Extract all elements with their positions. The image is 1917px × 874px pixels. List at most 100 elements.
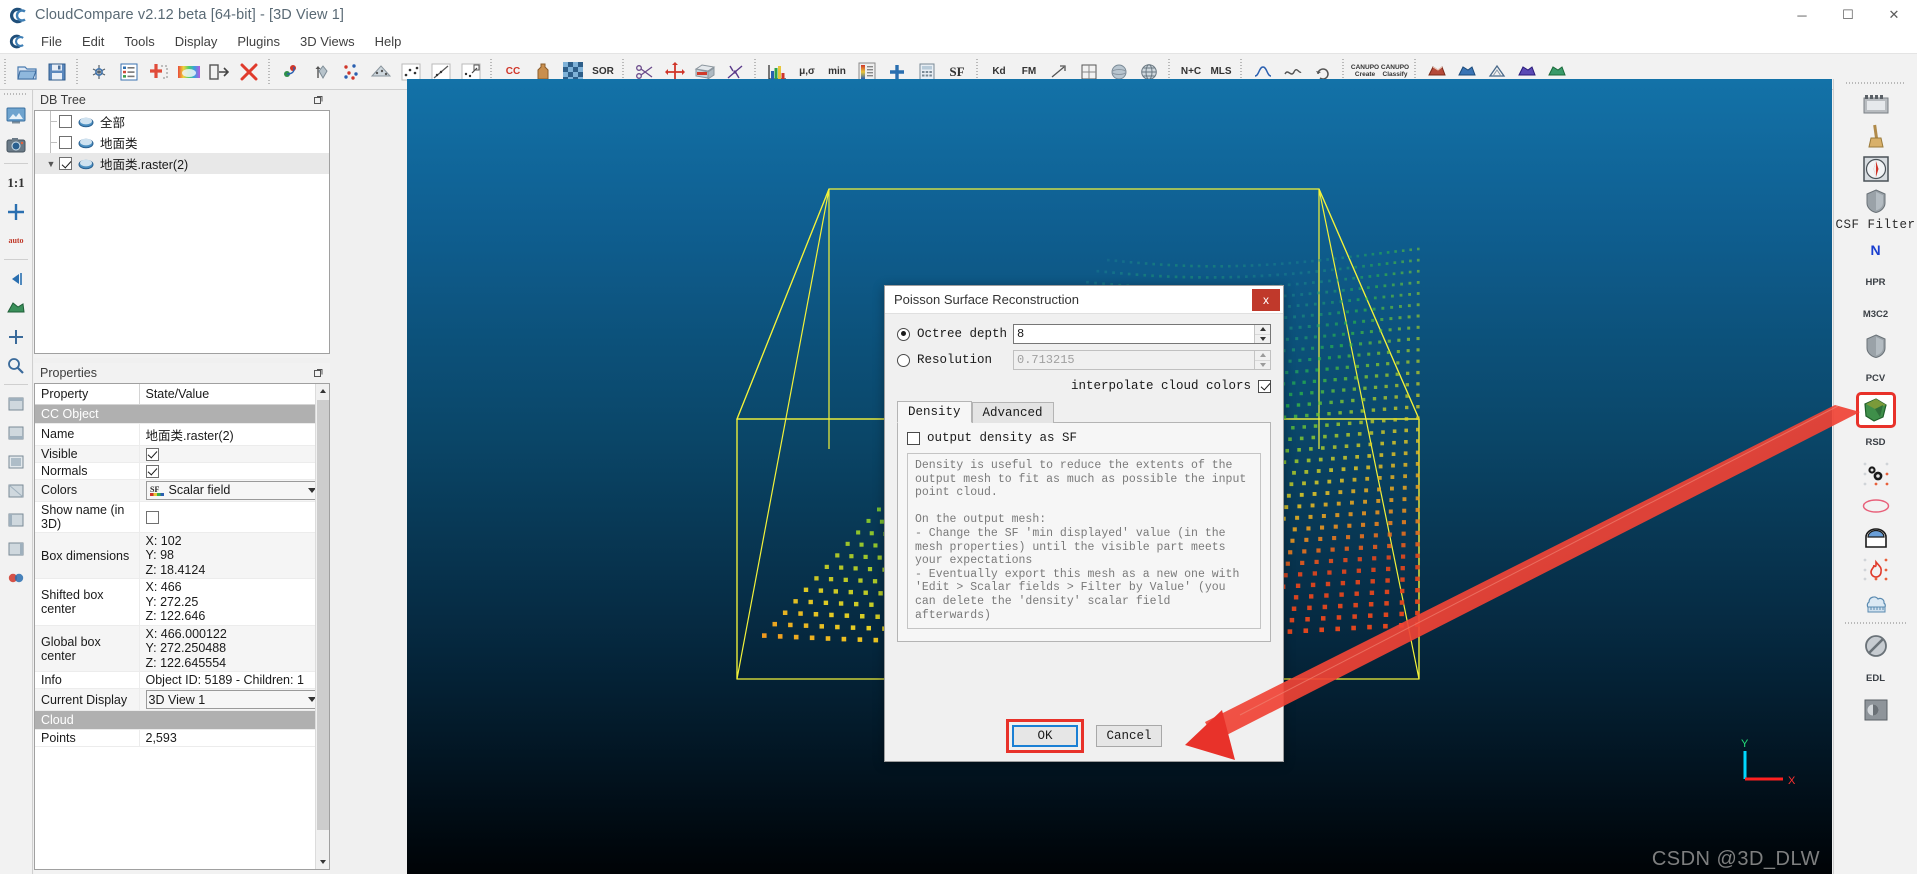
minimize-button[interactable]: ─ — [1779, 0, 1825, 30]
resolution-decrement-icon[interactable] — [1255, 360, 1270, 369]
db-tree-item[interactable]: ▼ 地面类.raster(2) — [35, 153, 329, 174]
normals-n-icon[interactable]: N — [1859, 235, 1893, 265]
db-tree-item-checkbox[interactable] — [59, 136, 72, 149]
merge-icon[interactable] — [145, 58, 173, 86]
tab-advanced[interactable]: Advanced — [971, 402, 1054, 423]
interpolate-colors-row[interactable]: interpolate cloud colors — [897, 379, 1271, 393]
top-view-icon[interactable] — [2, 448, 30, 475]
colorize-icon[interactable] — [175, 58, 203, 86]
toolbar-grip[interactable] — [267, 58, 274, 85]
tree-expander-icon[interactable]: ▼ — [43, 159, 59, 169]
shield-icon[interactable] — [1859, 331, 1893, 361]
point-list-picking-icon[interactable] — [307, 58, 335, 86]
properties-scroll-down-icon[interactable] — [316, 855, 329, 869]
octree-depth-spin-buttons[interactable] — [1254, 325, 1270, 343]
apply-transformation-icon[interactable] — [205, 58, 233, 86]
bottom-view-icon[interactable] — [2, 419, 30, 446]
pcv-icon[interactable]: PCV — [1859, 363, 1893, 393]
gears-icon[interactable] — [1859, 459, 1893, 489]
db-tree-item[interactable]: 地面类 — [35, 132, 329, 153]
cancel-button[interactable]: Cancel — [1096, 725, 1162, 747]
toolbar-grip[interactable] — [75, 58, 82, 85]
left-view-icon[interactable] — [2, 506, 30, 533]
db-tree-float-icon[interactable] — [312, 94, 324, 106]
maximize-button[interactable]: ☐ — [1825, 0, 1871, 30]
dialog-close-icon[interactable]: x — [1252, 288, 1280, 311]
broom-icon[interactable] — [1859, 122, 1893, 152]
menu-item-help[interactable]: Help — [365, 32, 412, 51]
cloud-ruler-icon[interactable] — [1859, 587, 1893, 617]
properties-value[interactable] — [139, 501, 329, 533]
resolution-spin-buttons[interactable] — [1254, 351, 1270, 369]
resolution-input[interactable] — [1014, 351, 1254, 369]
octree-depth-increment-icon[interactable] — [1255, 325, 1270, 335]
properties-float-icon[interactable] — [312, 367, 324, 379]
m3c2-icon[interactable]: M3C2 — [1859, 299, 1893, 329]
ssao-shader-icon[interactable] — [1859, 695, 1893, 725]
resolution-increment-icon[interactable] — [1255, 351, 1270, 361]
flame-icon[interactable] — [1859, 555, 1893, 585]
save-icon[interactable] — [43, 58, 71, 86]
point-size-plus-icon[interactable] — [2, 323, 30, 350]
db-tree-item-checkbox[interactable] — [59, 157, 72, 170]
properties-value[interactable] — [139, 462, 329, 480]
colors-combobox[interactable]: SF Scalar field — [145, 480, 323, 500]
properties-checkbox[interactable] — [145, 511, 159, 524]
poisson-recon-icon[interactable] — [1855, 392, 1896, 428]
menu-item-3d-views[interactable]: 3D Views — [290, 32, 365, 51]
output-density-row[interactable]: output density as SF — [907, 431, 1261, 445]
open-file-icon[interactable] — [13, 58, 41, 86]
resolution-spinbox[interactable] — [1013, 350, 1271, 370]
zoom-1-1-icon[interactable]: 1:1 — [2, 169, 30, 196]
auto-zoom-icon[interactable]: auto — [2, 227, 30, 254]
back-view-icon[interactable] — [2, 477, 30, 504]
tunnel-icon[interactable] — [1859, 523, 1893, 553]
delete-icon[interactable] — [235, 58, 263, 86]
edl-shader-icon[interactable]: EDL — [1859, 663, 1893, 693]
plugins-toolbar-grip[interactable] — [1845, 81, 1906, 87]
point-pair-align-icon[interactable] — [337, 58, 365, 86]
ellipse-icon[interactable] — [1859, 491, 1893, 521]
interpolate-colors-checkbox[interactable] — [1258, 379, 1271, 393]
clone-icon[interactable] — [85, 58, 113, 86]
octree-depth-spinbox[interactable] — [1013, 324, 1271, 344]
shaders-toolbar-grip[interactable] — [1844, 621, 1907, 627]
snapshot-icon[interactable] — [2, 131, 30, 158]
toggle-colors-icon[interactable] — [2, 294, 30, 321]
tab-density[interactable]: Density — [897, 401, 972, 423]
properties-value[interactable]: SF Scalar field — [139, 479, 329, 502]
menu-item-display[interactable]: Display — [165, 32, 228, 51]
menu-item-edit[interactable]: Edit — [72, 32, 114, 51]
pick-rotation-center-icon[interactable] — [2, 265, 30, 292]
current-display-combobox[interactable]: 3D View 1 — [145, 690, 323, 710]
global-zoom-icon[interactable] — [2, 198, 30, 225]
properties-list-icon[interactable] — [115, 58, 143, 86]
zoom-tool-icon[interactable] — [2, 352, 30, 379]
segment-icon[interactable] — [367, 58, 395, 86]
right-view-icon[interactable] — [2, 535, 30, 562]
point-picking-icon[interactable] — [277, 58, 305, 86]
menu-item-file[interactable]: File — [31, 32, 72, 51]
output-density-checkbox[interactable] — [907, 431, 920, 445]
resolution-radio[interactable] — [897, 353, 910, 367]
hpr-icon[interactable]: HPR — [1859, 267, 1893, 297]
properties-value[interactable]: 3D View 1 — [139, 688, 329, 712]
properties-checkbox[interactable] — [145, 447, 159, 461]
properties-scrollbar[interactable] — [315, 384, 329, 869]
db-tree-item[interactable]: 全部 — [35, 111, 329, 132]
menu-item-plugins[interactable]: Plugins — [227, 32, 290, 51]
front-view-icon[interactable] — [2, 390, 30, 417]
toolbar-grip[interactable] — [3, 58, 10, 85]
octree-depth-input[interactable] — [1014, 325, 1254, 343]
octree-depth-decrement-icon[interactable] — [1255, 334, 1270, 343]
view-toolbar-grip[interactable] — [4, 92, 28, 98]
csf-filter-icon[interactable] — [1859, 186, 1893, 216]
rsd-icon[interactable]: RSD — [1859, 427, 1893, 457]
stereo-icon[interactable] — [2, 564, 30, 591]
properties-scroll-up-icon[interactable] — [316, 384, 329, 398]
close-button[interactable]: ✕ — [1871, 0, 1917, 30]
animation-icon[interactable] — [1859, 90, 1893, 120]
properties-value[interactable] — [139, 445, 329, 463]
properties-checkbox[interactable] — [145, 464, 159, 478]
db-tree-item-checkbox[interactable] — [59, 115, 72, 128]
